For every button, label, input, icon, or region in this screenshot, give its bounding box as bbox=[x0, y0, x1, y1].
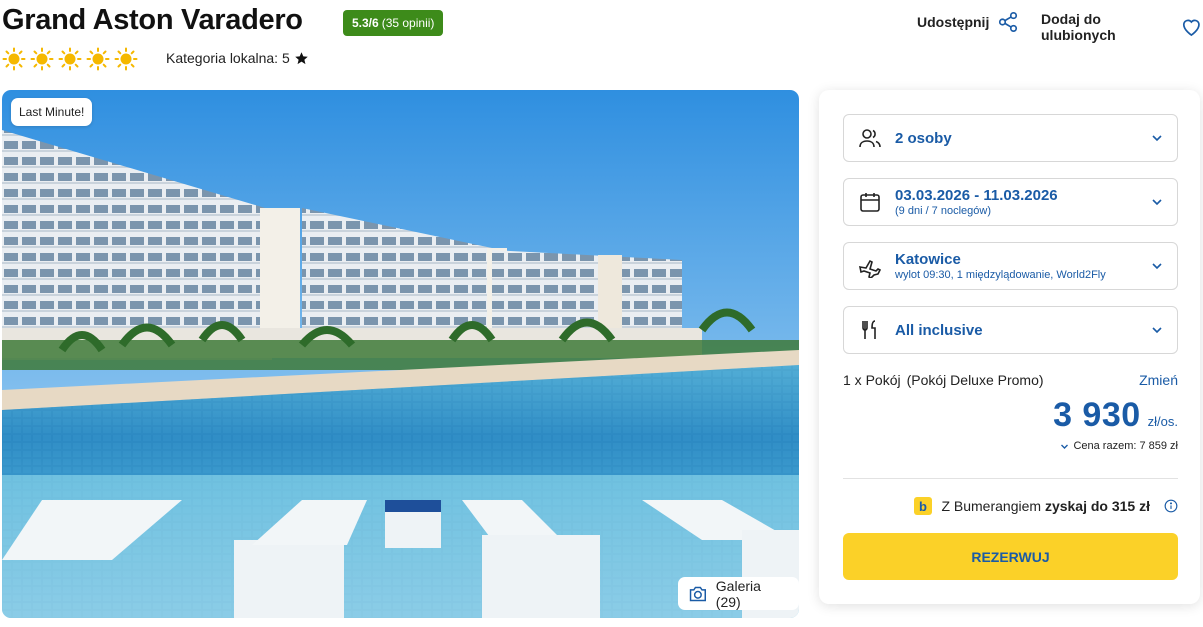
departure-selector[interactable]: Katowice wylot 09:30, 1 międzylądowanie,… bbox=[843, 242, 1178, 290]
plane-icon bbox=[858, 259, 882, 278]
users-icon bbox=[859, 129, 881, 148]
sun-icon bbox=[86, 47, 110, 71]
chevron-down-icon bbox=[1152, 327, 1162, 334]
bumerang-amount: zyskaj do 315 zł bbox=[1044, 498, 1150, 514]
board-value: All inclusive bbox=[895, 321, 983, 339]
price-unit: zł/os. bbox=[1147, 414, 1178, 429]
info-icon[interactable] bbox=[1164, 499, 1178, 513]
calendar-icon bbox=[860, 193, 880, 212]
chevron-down-icon bbox=[1152, 263, 1162, 270]
last-minute-badge: Last Minute! bbox=[11, 98, 93, 126]
camera-icon bbox=[689, 586, 706, 601]
persons-value: 2 osoby bbox=[895, 129, 952, 147]
room-count: 1 x Pokój bbox=[843, 372, 901, 388]
share-icon bbox=[999, 12, 1018, 32]
dates-duration: (9 dni / 7 noclegów) bbox=[895, 205, 991, 217]
favorite-label: Dodaj do ulubionych bbox=[1041, 11, 1116, 43]
total-price: Cena razem: 7 859 zł bbox=[1073, 440, 1178, 452]
sun-rating bbox=[2, 47, 138, 71]
price-value: 3 930 bbox=[1053, 396, 1141, 434]
board-selector[interactable]: All inclusive bbox=[843, 306, 1178, 354]
share-button[interactable]: Udostępnij bbox=[917, 11, 1019, 33]
rating-badge[interactable]: 5.3/6 (35 opinii) bbox=[343, 10, 444, 36]
chevron-down-icon bbox=[1152, 199, 1162, 206]
svg-text:b: b bbox=[919, 499, 927, 514]
hotel-photo[interactable]: Last Minute! Galeria (29) bbox=[2, 90, 799, 618]
sun-icon bbox=[2, 47, 26, 71]
sun-icon bbox=[114, 47, 138, 71]
dates-selector[interactable]: 03.03.2026 - 11.03.2026 (9 dni / 7 nocle… bbox=[843, 178, 1178, 226]
gallery-label: Galeria (29) bbox=[715, 577, 761, 610]
hotel-photo-image bbox=[2, 90, 799, 618]
total-price-toggle[interactable]: Cena razem: 7 859 zł bbox=[1060, 440, 1178, 452]
sun-icon bbox=[30, 47, 54, 71]
departure-details: wylot 09:30, 1 międzylądowanie, World2Fl… bbox=[895, 269, 1106, 281]
room-summary: 1 x Pokój (Pokój Deluxe Promo) bbox=[843, 372, 1044, 388]
book-button[interactable]: REZERWUJ bbox=[843, 533, 1178, 580]
booking-panel: 2 osoby 03.03.2026 - 11.03.2026 (9 dni /… bbox=[819, 90, 1200, 604]
bumerang-info: b Z Bumerangiem zyskaj do 315 zł bbox=[913, 496, 1178, 516]
divider bbox=[843, 478, 1178, 479]
dates-value: 03.03.2026 - 11.03.2026 bbox=[895, 187, 1058, 204]
sun-icon bbox=[58, 47, 82, 71]
gallery-button[interactable]: Galeria (29) bbox=[678, 577, 799, 610]
chevron-down-icon bbox=[1152, 135, 1162, 142]
hotel-title: Grand Aston Varadero bbox=[2, 4, 303, 36]
persons-selector[interactable]: 2 osoby bbox=[843, 114, 1178, 162]
heart-icon bbox=[1183, 19, 1201, 37]
rating-count: (35 opinii) bbox=[381, 16, 435, 30]
star-icon bbox=[295, 51, 308, 64]
chevron-down-icon bbox=[1061, 444, 1069, 449]
rating-score: 5.3/6 bbox=[352, 16, 379, 30]
change-room-link[interactable]: Zmień bbox=[1139, 372, 1178, 388]
favorite-button[interactable]: Dodaj do ulubionych bbox=[1041, 11, 1203, 43]
bumerang-prefix: Z Bumerangiem bbox=[941, 498, 1042, 514]
departure-city: Katowice bbox=[895, 251, 961, 268]
share-label: Udostępnij bbox=[917, 14, 990, 30]
room-type: (Pokój Deluxe Promo) bbox=[906, 372, 1044, 388]
bumerang-logo-icon: b bbox=[914, 497, 933, 515]
price-per-person: 3 930 zł/os. bbox=[1053, 396, 1178, 435]
cutlery-icon bbox=[862, 320, 876, 339]
local-category: Kategoria lokalna: 5 bbox=[166, 50, 309, 66]
local-category-label: Kategoria lokalna: 5 bbox=[166, 50, 290, 66]
